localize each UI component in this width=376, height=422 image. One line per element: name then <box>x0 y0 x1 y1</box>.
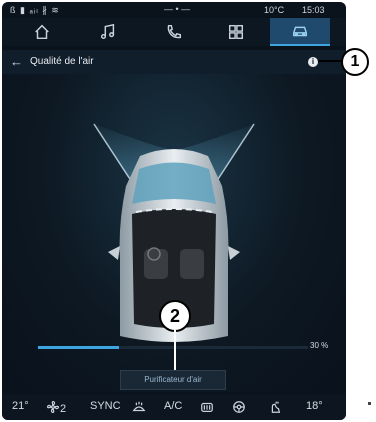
rear-defrost-icon <box>201 402 213 412</box>
climate-bar: 21° 2 SYNC A/C 18° <box>2 394 346 420</box>
tab-phone[interactable] <box>146 18 202 46</box>
seat-heat-button[interactable] <box>268 400 282 417</box>
corner-mark <box>368 402 371 405</box>
page-header: ← Qualité de l'air i <box>2 50 346 74</box>
rear-defrost-button[interactable] <box>200 400 214 417</box>
seat-heat-icon <box>271 401 281 413</box>
callout-1-line <box>318 60 342 62</box>
callout-1: 1 <box>341 48 369 76</box>
air-purifier-button[interactable]: Purificateur d'air <box>120 370 226 390</box>
status-icons: ß ▮ ₐᵢₗ ∦ ≋ <box>10 5 60 15</box>
fan-level: 2 <box>60 403 67 415</box>
driver-temperature[interactable]: 21° <box>12 400 29 412</box>
home-icon <box>35 24 49 40</box>
tab-vehicle[interactable] <box>270 18 330 46</box>
fan-speed[interactable]: 2 <box>46 400 66 415</box>
music-icon <box>100 23 115 40</box>
purifier-progress-bar <box>38 346 308 349</box>
screen: ß ▮ ₐᵢₗ ∦ ≋ — • — 10°C 15:03 ← Qualité d… <box>2 2 346 420</box>
passenger-temperature[interactable]: 18° <box>306 400 323 412</box>
status-center: — • — <box>164 4 191 14</box>
front-defrost-button[interactable] <box>132 400 146 417</box>
back-button[interactable]: ← <box>10 54 23 69</box>
status-bar: ß ▮ ₐᵢₗ ∦ ≋ — • — 10°C 15:03 <box>2 2 346 18</box>
progress-fill <box>38 346 119 349</box>
clock: 15:03 <box>302 5 325 15</box>
air-quality-panel: 30 % 2 Purificateur d'air <box>2 74 346 392</box>
progress-percent-label: 30 % <box>310 341 329 350</box>
outside-temperature: 10°C <box>264 5 285 15</box>
tab-home[interactable] <box>14 18 70 46</box>
nav-bar <box>2 18 346 46</box>
tab-apps[interactable] <box>208 18 264 46</box>
phone-icon <box>167 24 182 39</box>
callout-2: 2 <box>159 300 191 332</box>
front-defrost-icon <box>132 401 146 412</box>
ac-button[interactable]: A/C <box>164 400 182 412</box>
steering-wheel-icon <box>233 401 245 413</box>
apps-icon <box>228 24 244 40</box>
callout-2-line <box>174 330 176 370</box>
fan-icon <box>47 401 59 413</box>
car-icon <box>292 26 308 37</box>
steering-heat-button[interactable] <box>232 400 246 417</box>
sync-button[interactable]: SYNC <box>90 400 121 412</box>
page-title: Qualité de l'air <box>30 56 94 67</box>
tab-music[interactable] <box>80 18 136 46</box>
info-icon[interactable]: i <box>308 57 318 67</box>
